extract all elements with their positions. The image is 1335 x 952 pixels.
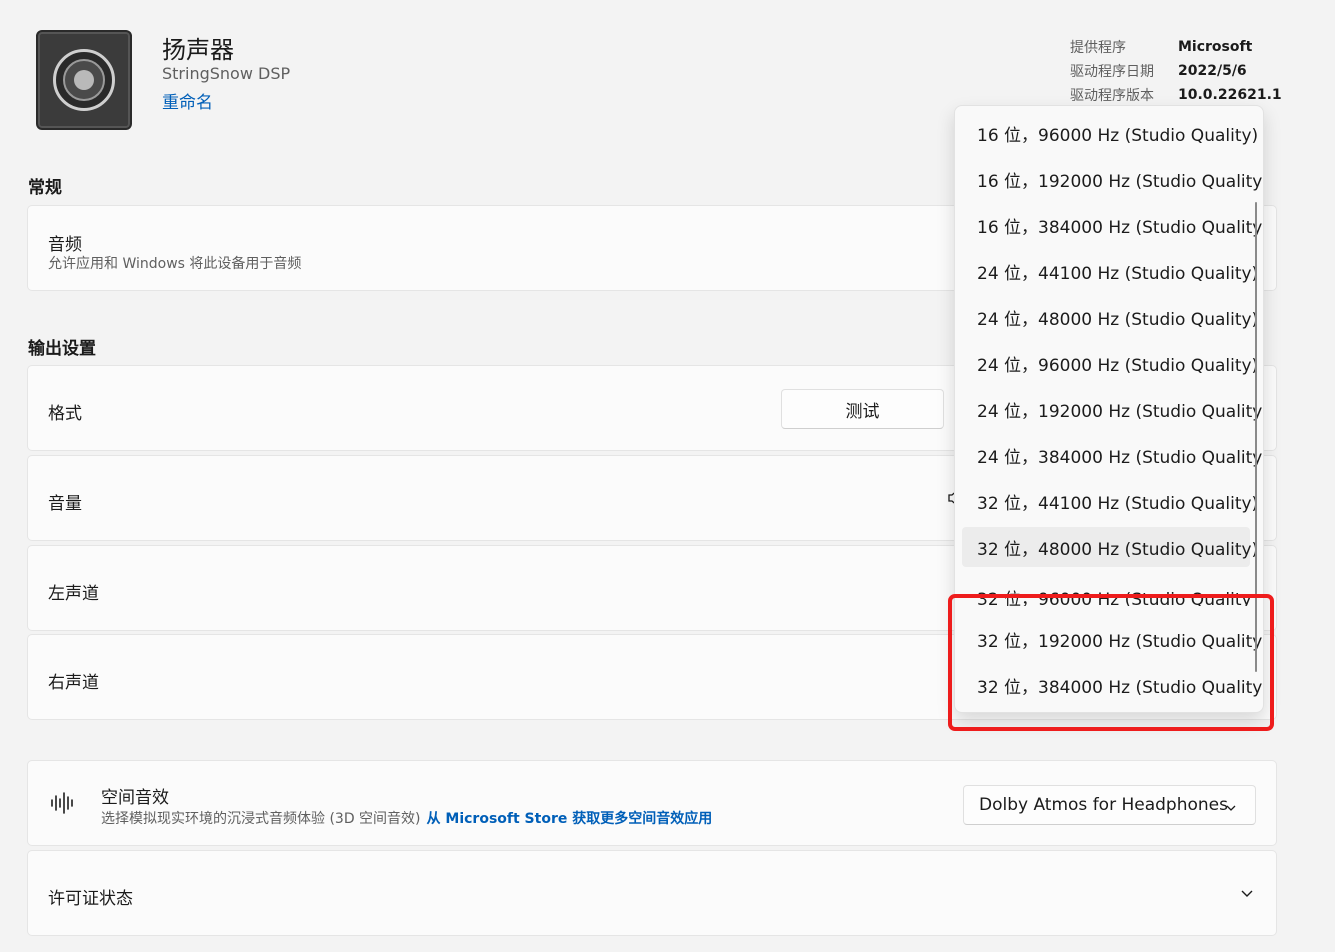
format-option[interactable]: 16 位，384000 Hz (Studio Quality) [962, 205, 1263, 245]
format-label: 格式 [48, 404, 82, 424]
format-option[interactable]: 32 位，384000 Hz (Studio Quality) [962, 665, 1263, 705]
format-option[interactable]: 16 位，96000 Hz (Studio Quality) [962, 113, 1258, 153]
format-option[interactable]: 24 位，96000 Hz (Studio Quality) [962, 343, 1258, 383]
format-option[interactable]: 24 位，384000 Hz (Studio Quality) [962, 435, 1263, 475]
right-channel-label: 右声道 [48, 673, 99, 693]
driver-date-label: 驱动程序日期 [1070, 64, 1154, 80]
spatial-sound-card: 空间音效 选择模拟现实环境的沉浸式音频体验 (3D 空间音效) 从 Microso… [27, 760, 1277, 846]
driver-provider-value: Microsoft [1178, 39, 1253, 55]
spatial-sound-desc-line: 选择模拟现实环境的沉浸式音频体验 (3D 空间音效) 从 Microsoft St… [101, 808, 712, 828]
device-subtitle: StringSnow DSP [162, 64, 291, 83]
spatial-sound-select[interactable]: Dolby Atmos for Headphones [963, 785, 1256, 825]
driver-version-value: 10.0.22621.1 [1178, 87, 1282, 103]
waveform-icon [50, 791, 76, 819]
dropdown-scrollbar[interactable] [1255, 202, 1257, 672]
test-button[interactable]: 测试 [781, 389, 944, 429]
format-option-selected[interactable]: 32 位，48000 Hz (Studio Quality) [962, 527, 1258, 567]
spatial-sound-selected: Dolby Atmos for Headphones [979, 795, 1228, 815]
store-link[interactable]: 从 Microsoft Store 获取更多空间音效应用 [427, 811, 713, 827]
format-option[interactable]: 32 位，96000 Hz (Studio Quality) [962, 582, 1250, 606]
spatial-sound-desc: 选择模拟现实环境的沉浸式音频体验 (3D 空间音效) [101, 811, 421, 827]
driver-version-row: 驱动程序版本 10.0.22621.1 [1070, 83, 1282, 107]
rename-link[interactable]: 重命名 [162, 88, 213, 113]
driver-info: 提供程序 Microsoft 驱动程序日期 2022/5/6 驱动程序版本 10… [1070, 35, 1282, 107]
driver-date-value: 2022/5/6 [1178, 63, 1247, 79]
driver-provider-row: 提供程序 Microsoft [1070, 35, 1282, 59]
spatial-sound-label: 空间音效 [101, 788, 169, 808]
chevron-down-icon [1225, 799, 1237, 819]
format-option[interactable]: 24 位，192000 Hz (Studio Quality) [962, 389, 1263, 429]
speaker-icon [36, 30, 132, 130]
format-option[interactable]: 16 位，192000 Hz (Studio Quality) [962, 159, 1263, 199]
driver-date-row: 驱动程序日期 2022/5/6 [1070, 59, 1282, 83]
audio-label: 音频 [48, 235, 82, 255]
general-section-title: 常规 [28, 178, 62, 198]
driver-provider-label: 提供程序 [1070, 40, 1126, 56]
license-card[interactable]: 许可证状态 [27, 850, 1277, 936]
license-label: 许可证状态 [48, 889, 133, 909]
format-dropdown[interactable]: 16 位，96000 Hz (Studio Quality) 16 位，1920… [954, 105, 1264, 713]
driver-version-label: 驱动程序版本 [1070, 88, 1154, 104]
device-name: 扬声器 [162, 36, 234, 64]
format-option[interactable]: 32 位，192000 Hz (Studio Quality) [962, 619, 1263, 659]
chevron-down-icon[interactable] [1240, 885, 1254, 904]
format-option[interactable]: 32 位，44100 Hz (Studio Quality) [962, 481, 1258, 521]
output-section-title: 输出设置 [28, 339, 96, 359]
volume-label: 音量 [48, 494, 82, 514]
left-channel-label: 左声道 [48, 584, 99, 604]
format-option[interactable]: 24 位，48000 Hz (Studio Quality) [962, 297, 1258, 337]
format-option[interactable]: 24 位，44100 Hz (Studio Quality) [962, 251, 1258, 291]
audio-desc: 允许应用和 Windows 将此设备用于音频 [48, 256, 302, 272]
